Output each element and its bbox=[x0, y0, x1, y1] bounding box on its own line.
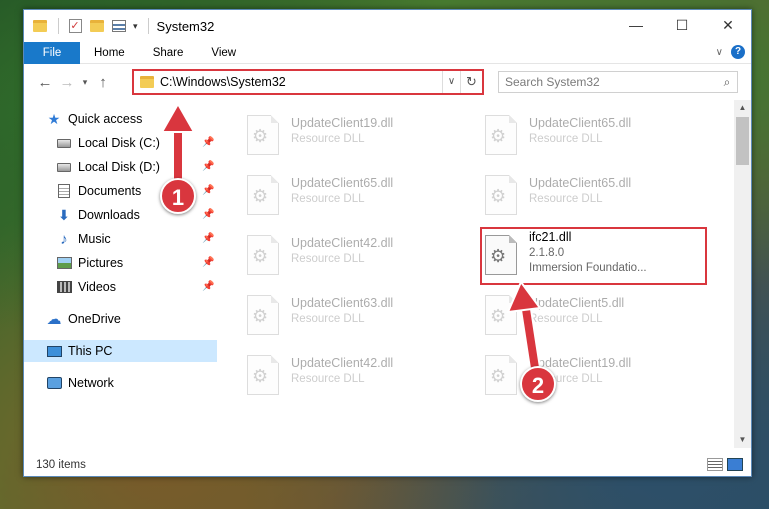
step-2-badge: 2 bbox=[520, 366, 556, 402]
step-1-badge: 1 bbox=[160, 178, 196, 214]
arrow-2 bbox=[506, 279, 542, 369]
annotation-arrows bbox=[160, 101, 542, 369]
